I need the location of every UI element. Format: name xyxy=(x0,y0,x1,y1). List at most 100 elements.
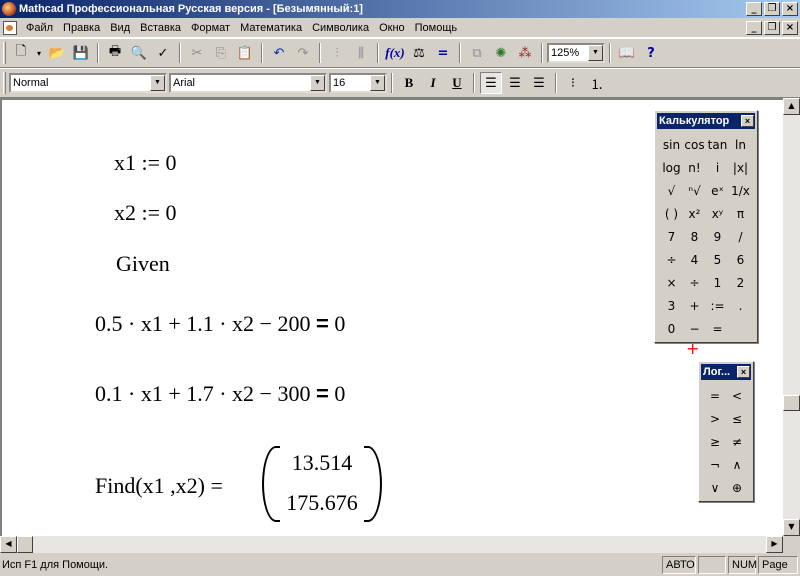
calc-key-10[interactable]: eˣ xyxy=(706,179,729,202)
calc-key-12[interactable]: ( ) xyxy=(660,202,683,225)
calc-key-22[interactable]: 5 xyxy=(706,248,729,271)
minimize-button[interactable]: _ xyxy=(746,2,762,16)
new-document-icon[interactable]: 🗋 xyxy=(10,42,32,64)
italic-button[interactable]: I xyxy=(422,72,444,94)
calc-key-31[interactable]: . xyxy=(729,294,752,317)
menu-math[interactable]: Математика xyxy=(235,22,307,34)
undo-icon[interactable]: ↶ xyxy=(268,42,290,64)
close-icon[interactable]: × xyxy=(741,115,754,127)
menu-insert[interactable]: Вставка xyxy=(135,22,186,34)
calc-key-33[interactable]: − xyxy=(683,317,706,340)
align-left-icon[interactable]: ☰ xyxy=(480,72,502,94)
toolbar-grip[interactable] xyxy=(3,42,6,64)
calc-key-21[interactable]: 4 xyxy=(683,248,706,271)
insert-component-icon[interactable]: ⧉ xyxy=(466,42,488,64)
close-button[interactable]: × xyxy=(782,2,798,16)
logic-key-4[interactable]: ≥ xyxy=(704,430,726,453)
calc-key-20[interactable]: ÷ xyxy=(660,248,683,271)
save-icon[interactable]: 💾 xyxy=(70,42,92,64)
calc-key-17[interactable]: 8 xyxy=(683,225,706,248)
align-across-icon[interactable]: ⫶ xyxy=(326,42,348,64)
scroll-right-icon[interactable]: ▶ xyxy=(766,536,783,553)
copy-icon[interactable]: ⎘ xyxy=(210,42,232,64)
calc-key-8[interactable]: √ xyxy=(660,179,683,202)
logic-key-0[interactable]: = xyxy=(704,384,726,407)
vertical-scroll-thumb[interactable] xyxy=(783,395,800,411)
logic-key-5[interactable]: ≠ xyxy=(726,430,748,453)
font-size-combo[interactable]: 16 ▼ xyxy=(329,73,387,93)
calculate-icon[interactable]: = xyxy=(432,42,454,64)
bullet-list-icon[interactable]: ⁝ xyxy=(562,72,584,94)
format-toolbar-grip[interactable] xyxy=(3,72,6,94)
logic-key-1[interactable]: < xyxy=(726,384,748,407)
chevron-down-icon[interactable]: ▼ xyxy=(150,75,165,91)
calc-key-4[interactable]: log xyxy=(660,156,683,179)
logic-key-7[interactable]: ∧ xyxy=(726,453,748,476)
find-expression[interactable]: Find(x1 ,x2) = xyxy=(95,473,223,499)
doc-minimize-button[interactable]: _ xyxy=(746,20,762,35)
menu-edit[interactable]: Правка xyxy=(58,22,105,34)
style-combo[interactable]: Normal ▼ xyxy=(9,73,167,93)
menu-file[interactable]: Файл xyxy=(21,22,58,34)
calculator-palette[interactable]: Калькулятор × sin cos tan ln log n! i |x| √ ⁿ√ eˣ 1… xyxy=(654,110,758,343)
help-icon[interactable]: ? xyxy=(640,42,662,64)
calc-key-2[interactable]: tan xyxy=(706,133,729,156)
given-keyword[interactable]: Given xyxy=(116,251,170,277)
cut-icon[interactable]: ✂ xyxy=(186,42,208,64)
calc-key-18[interactable]: 9 xyxy=(706,225,729,248)
book-icon[interactable]: 📖 xyxy=(616,42,638,64)
logic-key-9[interactable]: ⊕ xyxy=(726,476,748,499)
calc-key-28[interactable]: 3 xyxy=(660,294,683,317)
calc-key-23[interactable]: 6 xyxy=(729,248,752,271)
horizontal-scroll-thumb[interactable] xyxy=(17,536,33,553)
calc-key-30[interactable]: := xyxy=(706,294,729,317)
result-matrix[interactable]: 13.514 175.676 xyxy=(262,446,382,522)
redo-icon[interactable]: ↷ xyxy=(292,42,314,64)
bold-button[interactable]: B xyxy=(398,72,420,94)
print-preview-icon[interactable]: 🔍 xyxy=(128,42,150,64)
scroll-down-icon[interactable]: ▼ xyxy=(783,519,800,536)
calc-key-13[interactable]: x² xyxy=(683,202,706,225)
menu-format[interactable]: Формат xyxy=(186,22,235,34)
calc-key-24[interactable]: × xyxy=(660,271,683,294)
logic-key-3[interactable]: ≤ xyxy=(726,407,748,430)
logic-key-2[interactable]: > xyxy=(704,407,726,430)
scroll-up-icon[interactable]: ▲ xyxy=(783,98,800,115)
network-icon[interactable]: ⁂ xyxy=(514,42,536,64)
calc-key-25[interactable]: ÷ xyxy=(683,271,706,294)
calculator-title-bar[interactable]: Калькулятор × xyxy=(657,113,755,129)
calc-key-7[interactable]: |x| xyxy=(729,156,752,179)
open-folder-icon[interactable]: 📂 xyxy=(46,42,68,64)
resource-center-icon[interactable]: ✺ xyxy=(490,42,512,64)
assign-x1[interactable]: x1 := 0 xyxy=(114,150,177,176)
close-icon[interactable]: × xyxy=(737,366,750,378)
calc-key-5[interactable]: n! xyxy=(683,156,706,179)
calc-key-9[interactable]: ⁿ√ xyxy=(683,179,706,202)
doc-close-button[interactable]: × xyxy=(782,20,798,35)
vertical-scrollbar[interactable]: ▲ ▼ xyxy=(783,98,800,536)
calc-key-27[interactable]: 2 xyxy=(729,271,752,294)
menu-window[interactable]: Окно xyxy=(374,22,410,34)
calc-key-34[interactable]: = xyxy=(706,317,729,340)
chevron-down-icon[interactable]: ▼ xyxy=(310,75,325,91)
chevron-down-icon[interactable]: ▼ xyxy=(588,45,603,61)
align-right-icon[interactable]: ☰ xyxy=(528,72,550,94)
insert-unit-icon[interactable]: ⚖ xyxy=(408,42,430,64)
calc-key-26[interactable]: 1 xyxy=(706,271,729,294)
menu-view[interactable]: Вид xyxy=(105,22,135,34)
menu-help[interactable]: Помощь xyxy=(410,22,463,34)
logic-title-bar[interactable]: Лог... × xyxy=(701,364,751,380)
align-down-icon[interactable]: ⫼ xyxy=(350,42,372,64)
font-combo[interactable]: Arial ▼ xyxy=(169,73,327,93)
align-center-icon[interactable]: ☰ xyxy=(504,72,526,94)
logic-palette[interactable]: Лог... × = < > ≤ ≥ ≠ ¬ ∧ ∨ ⊕ xyxy=(698,361,754,502)
calc-key-1[interactable]: cos xyxy=(683,133,706,156)
zoom-combo[interactable]: 125% ▼ xyxy=(547,43,605,63)
calc-key-15[interactable]: π xyxy=(729,202,752,225)
underline-button[interactable]: U xyxy=(446,72,468,94)
calc-key-6[interactable]: i xyxy=(706,156,729,179)
calc-key-32[interactable]: 0 xyxy=(660,317,683,340)
doc-restore-button[interactable]: ❐ xyxy=(764,20,780,35)
calc-key-11[interactable]: 1/x xyxy=(729,179,752,202)
calc-key-29[interactable]: + xyxy=(683,294,706,317)
